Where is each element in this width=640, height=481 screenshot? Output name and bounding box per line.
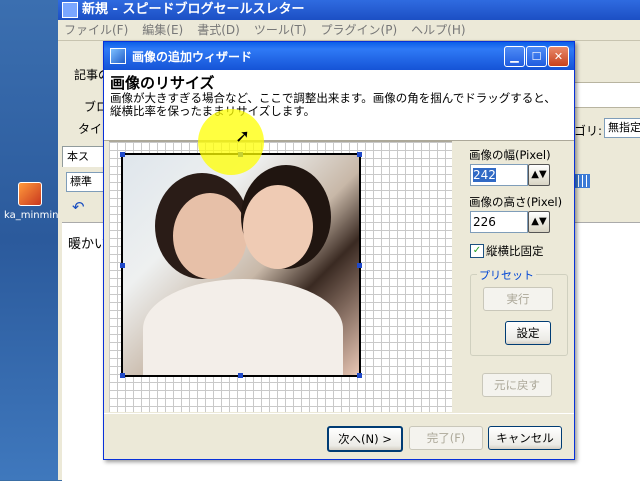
wizard-header: 画像のリサイズ 画像が大きすぎる場合など、ここで調整出来ます。画像の角を掴んでド… (104, 70, 574, 141)
preset-group: プリセット 実行 設定 (470, 267, 568, 356)
editor-text: 暖かい (68, 237, 108, 252)
desktop-shortcut[interactable]: ka_minmin (4, 182, 59, 221)
settings-button[interactable]: 設定 (505, 321, 551, 345)
cancel-button[interactable]: キャンセル (488, 426, 562, 450)
width-value: 242 (473, 168, 496, 182)
menu-plugins[interactable]: プラグイン(P) (321, 20, 398, 40)
resize-handle-bottom-right[interactable] (357, 373, 362, 378)
next-button[interactable]: 次へ(N) > (327, 426, 403, 452)
height-value: 226 (473, 215, 496, 229)
resizable-photo[interactable] (121, 153, 361, 377)
width-spinner[interactable]: ▲▼ (528, 164, 550, 186)
height-input[interactable]: 226 (470, 211, 528, 233)
width-input[interactable]: 242 (470, 164, 528, 186)
menu-format[interactable]: 書式(D) (197, 20, 240, 40)
wizard-icon (110, 48, 126, 64)
app-titlebar: 新規 - スピードブログセールスレター (58, 0, 640, 20)
reset-button[interactable]: 元に戻す (482, 373, 552, 397)
menu-file[interactable]: ファイル(F) (64, 20, 128, 40)
app-field[interactable] (572, 82, 640, 108)
menu-edit[interactable]: 編集(E) (142, 20, 183, 40)
resize-canvas[interactable] (109, 141, 452, 412)
app-menubar: ファイル(F) 編集(E) 書式(D) ツール(T) プラグイン(P) ヘルプ(… (58, 20, 640, 41)
menu-help[interactable]: ヘルプ(H) (411, 20, 465, 40)
keep-ratio-checkbox[interactable]: ✓ (470, 244, 484, 258)
finish-button[interactable]: 完了(F) (409, 426, 483, 450)
execute-button[interactable]: 実行 (483, 287, 553, 311)
resize-handle-right[interactable] (357, 263, 362, 268)
height-spinner[interactable]: ▲▼ (528, 211, 550, 233)
dialog-title: 画像の追加ウィザード (132, 49, 253, 64)
category-label: ゴリ: (574, 124, 603, 138)
page-title: 画像のリサイズ (110, 74, 215, 92)
width-label: 画像の幅(Pixel) (469, 148, 551, 162)
resize-options-panel: 画像の幅(Pixel) 242 ▲▼ 画像の高さ(Pixel) 226 ▲▼ ✓… (456, 141, 574, 411)
menu-tools[interactable]: ツール(T) (254, 20, 307, 40)
undo-icon[interactable]: ↶ (72, 198, 85, 216)
close-button[interactable]: ✕ (548, 46, 569, 67)
preset-label: プリセット (477, 267, 536, 283)
photo-subject-right (243, 185, 313, 269)
resize-handle-left[interactable] (120, 263, 125, 268)
mouse-cursor-icon: ➚ (235, 126, 251, 147)
table-icon[interactable] (574, 174, 590, 188)
wizard-footer: 次へ(N) > 完了(F) キャンセル (104, 413, 574, 460)
maximize-button[interactable]: ☐ (526, 46, 547, 67)
resize-handle-top-left[interactable] (120, 152, 125, 157)
dialog-titlebar[interactable]: 画像の追加ウィザード ▁ ☐ ✕ (104, 42, 574, 70)
desktop-shortcut-label: ka_minmin (4, 210, 59, 221)
app-title: 新規 - スピードブログセールスレター (82, 2, 305, 17)
keep-ratio-label: 縦横比固定 (486, 244, 544, 258)
resize-handle-bottom[interactable] (238, 373, 243, 378)
minimize-button[interactable]: ▁ (504, 46, 525, 67)
app-icon (62, 2, 78, 18)
app-shortcut-icon (18, 182, 42, 206)
cursor-highlight (198, 109, 264, 175)
page-description: 画像が大きすぎる場合など、ここで調整出来ます。画像の角を掴んでドラッグすると、縦… (110, 91, 556, 118)
photo-subjects-body (143, 279, 343, 375)
resize-handle-bottom-left[interactable] (120, 373, 125, 378)
category-select[interactable]: 無指定 (604, 118, 640, 138)
resize-handle-top-right[interactable] (357, 152, 362, 157)
photo-subject-left (173, 193, 247, 279)
height-label: 画像の高さ(Pixel) (469, 195, 563, 209)
image-wizard-dialog: 画像の追加ウィザード ▁ ☐ ✕ 画像のリサイズ 画像が大きすぎる場合など、ここ… (103, 41, 575, 460)
